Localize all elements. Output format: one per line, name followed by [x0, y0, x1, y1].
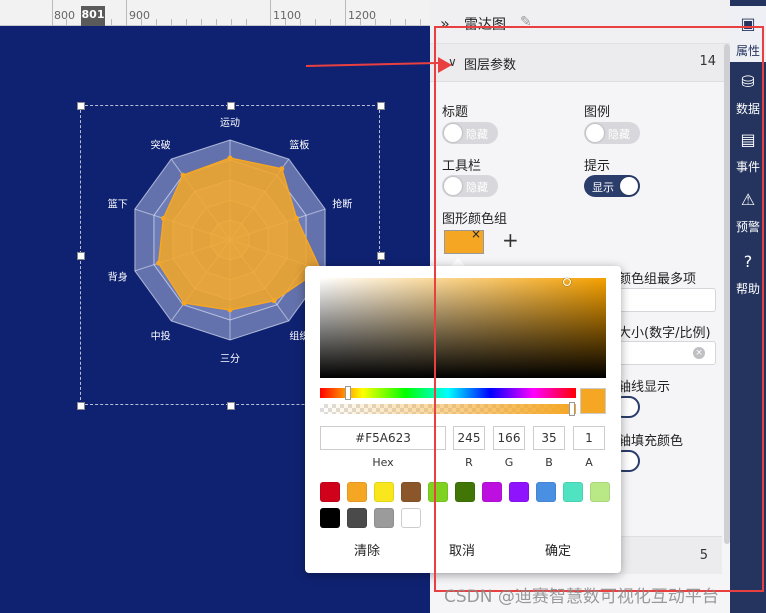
- ruler-label: 1200: [348, 9, 376, 22]
- ruler-position-marker: 801: [81, 6, 105, 26]
- radar-indicator-label: 突破: [151, 139, 171, 152]
- resize-handle-sw[interactable]: [77, 402, 85, 410]
- radar-indicator-label: 中投: [151, 329, 171, 342]
- preset-swatch[interactable]: [401, 508, 421, 528]
- radar-point: [227, 155, 233, 161]
- ruler-label: 1100: [273, 9, 301, 22]
- resize-handle-nw[interactable]: [77, 102, 85, 110]
- resize-handle-n[interactable]: [227, 102, 235, 110]
- resize-handle-ne[interactable]: [377, 102, 385, 110]
- preset-swatch[interactable]: [320, 508, 340, 528]
- preset-swatch[interactable]: [374, 508, 394, 528]
- hex-input[interactable]: #F5A623: [320, 426, 446, 450]
- preset-swatch[interactable]: [347, 508, 367, 528]
- radar-indicator-label: 背身: [108, 270, 128, 283]
- radar-point: [180, 172, 186, 178]
- radar-point: [294, 215, 300, 221]
- radar-point: [156, 260, 162, 266]
- resize-handle-s[interactable]: [227, 402, 235, 410]
- radar-indicator-label: 三分: [220, 353, 240, 365]
- preset-swatch[interactable]: [401, 482, 421, 502]
- hue-slider-thumb[interactable]: [345, 386, 351, 400]
- hex-label: Hex: [372, 456, 394, 469]
- radar-point: [279, 166, 285, 172]
- radar-point: [271, 298, 277, 304]
- preset-swatch[interactable]: [347, 482, 367, 502]
- clear-button[interactable]: 清除: [354, 540, 380, 559]
- red-arrow-head: [438, 57, 452, 73]
- watermark: CSDN @迪赛智慧数可视化互动平台: [444, 587, 719, 607]
- preset-swatch[interactable]: [374, 482, 394, 502]
- horizontal-ruler: 800 900 1100 1200 801: [0, 0, 430, 26]
- red-highlight-box: [434, 26, 764, 592]
- preset-swatch[interactable]: [320, 482, 340, 502]
- radar-point: [160, 215, 166, 221]
- radar-indicator-label: 篮下: [108, 198, 128, 211]
- ruler-label: 900: [129, 9, 150, 22]
- ruler-label: 800: [54, 9, 75, 22]
- radar-indicator-label: 篮板: [289, 139, 309, 152]
- radar-point: [181, 300, 187, 306]
- radar-indicator-label: 运动: [220, 117, 240, 129]
- radar-point: [227, 307, 233, 313]
- radar-indicator-label: 抢断: [332, 198, 352, 211]
